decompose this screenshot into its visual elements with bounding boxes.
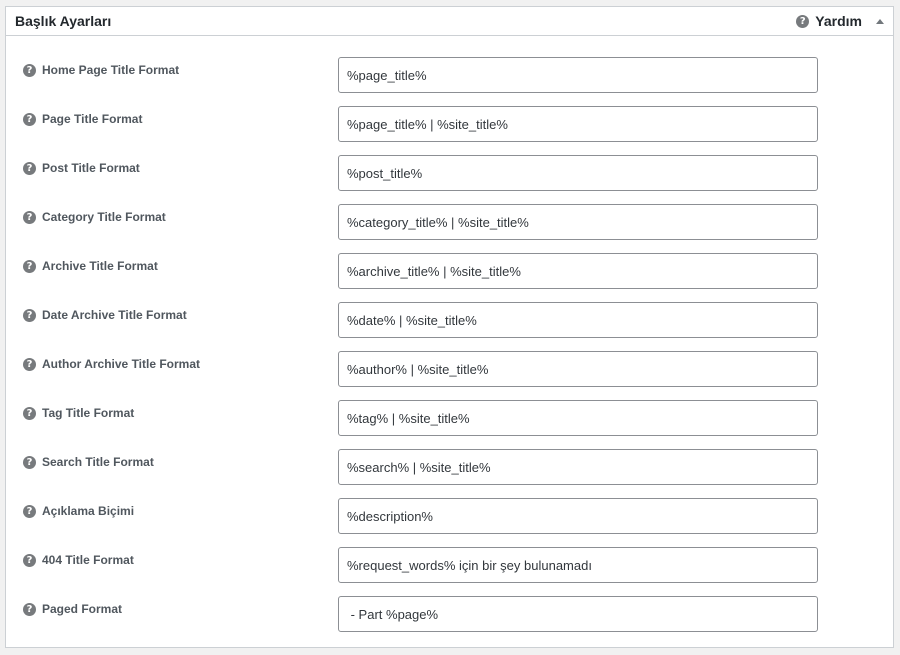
question-circle-icon[interactable]: ?: [23, 308, 36, 322]
panel-header: Başlık Ayarları ? Yardım: [6, 7, 893, 36]
setting-label: ? Search Title Format: [23, 455, 154, 469]
question-circle-icon[interactable]: ?: [23, 357, 36, 371]
description-format-input[interactable]: [338, 498, 818, 534]
setting-label-text: Post Title Format: [42, 161, 140, 175]
setting-label: ? Date Archive Title Format: [23, 308, 187, 322]
question-circle-icon[interactable]: ?: [23, 63, 36, 77]
setting-label-text: 404 Title Format: [42, 553, 134, 567]
question-circle-icon[interactable]: ?: [23, 210, 36, 224]
setting-label-text: Tag Title Format: [42, 406, 135, 420]
setting-row: ? Paged Format: [6, 596, 893, 645]
setting-label-text: Date Archive Title Format: [42, 308, 187, 322]
question-circle-icon[interactable]: ?: [23, 259, 36, 273]
setting-label-text: Author Archive Title Format: [42, 357, 201, 371]
setting-row: ? Açıklama Biçimi: [6, 498, 893, 547]
setting-row: ? 404 Title Format: [6, 547, 893, 596]
question-circle-icon[interactable]: ?: [23, 112, 36, 126]
post-title-format-input[interactable]: [338, 155, 818, 191]
setting-label: ? Açıklama Biçimi: [23, 504, 134, 518]
date-archive-title-format-input[interactable]: [338, 302, 818, 338]
home-page-title-format-input[interactable]: [338, 57, 818, 93]
setting-label-text: Home Page Title Format: [42, 63, 180, 77]
setting-label: ? Category Title Format: [23, 210, 166, 224]
setting-row: ? Archive Title Format: [6, 253, 893, 302]
setting-label: ? Paged Format: [23, 602, 122, 616]
panel-title: Başlık Ayarları: [15, 13, 112, 29]
setting-label-text: Search Title Format: [42, 455, 154, 469]
setting-row: ? Author Archive Title Format: [6, 351, 893, 400]
page-title-format-input[interactable]: [338, 106, 818, 142]
setting-row: ? Home Page Title Format: [6, 57, 893, 106]
author-archive-title-format-input[interactable]: [338, 351, 818, 387]
category-title-format-input[interactable]: [338, 204, 818, 240]
setting-label: ? Author Archive Title Format: [23, 357, 200, 371]
help-toggle-button[interactable]: ? Yardım: [796, 12, 862, 30]
settings-rows: ? Home Page Title Format ? Page Title Fo…: [6, 57, 893, 645]
setting-row: ? Category Title Format: [6, 204, 893, 253]
archive-title-format-input[interactable]: [338, 253, 818, 289]
question-circle-icon[interactable]: ?: [23, 553, 36, 567]
setting-label-text: Archive Title Format: [42, 259, 158, 273]
collapse-arrow-icon[interactable]: [876, 19, 884, 24]
title-settings-panel: Başlık Ayarları ? Yardım ? Home Page Tit…: [5, 6, 894, 648]
question-circle-icon: ?: [796, 14, 810, 28]
question-circle-icon[interactable]: ?: [23, 161, 36, 175]
question-circle-icon[interactable]: ?: [23, 455, 36, 469]
tag-title-format-input[interactable]: [338, 400, 818, 436]
setting-label: ? Home Page Title Format: [23, 63, 179, 77]
question-circle-icon[interactable]: ?: [23, 504, 36, 518]
404-title-format-input[interactable]: [338, 547, 818, 583]
setting-label: ? Post Title Format: [23, 161, 140, 175]
setting-row: ? Search Title Format: [6, 449, 893, 498]
setting-label-text: Açıklama Biçimi: [42, 504, 135, 518]
setting-label: ? Tag Title Format: [23, 406, 134, 420]
help-label: Yardım: [815, 13, 862, 29]
setting-row: ? Page Title Format: [6, 106, 893, 155]
question-circle-icon[interactable]: ?: [23, 406, 36, 420]
setting-label-text: Page Title Format: [42, 112, 143, 126]
setting-row: ? Post Title Format: [6, 155, 893, 204]
setting-label-text: Category Title Format: [42, 210, 166, 224]
setting-label: ? Archive Title Format: [23, 259, 158, 273]
setting-row: ? Tag Title Format: [6, 400, 893, 449]
paged-format-input[interactable]: [338, 596, 818, 632]
setting-row: ? Date Archive Title Format: [6, 302, 893, 351]
question-circle-icon[interactable]: ?: [23, 602, 36, 616]
search-title-format-input[interactable]: [338, 449, 818, 485]
setting-label: ? 404 Title Format: [23, 553, 134, 567]
setting-label: ? Page Title Format: [23, 112, 142, 126]
setting-label-text: Paged Format: [42, 602, 123, 616]
